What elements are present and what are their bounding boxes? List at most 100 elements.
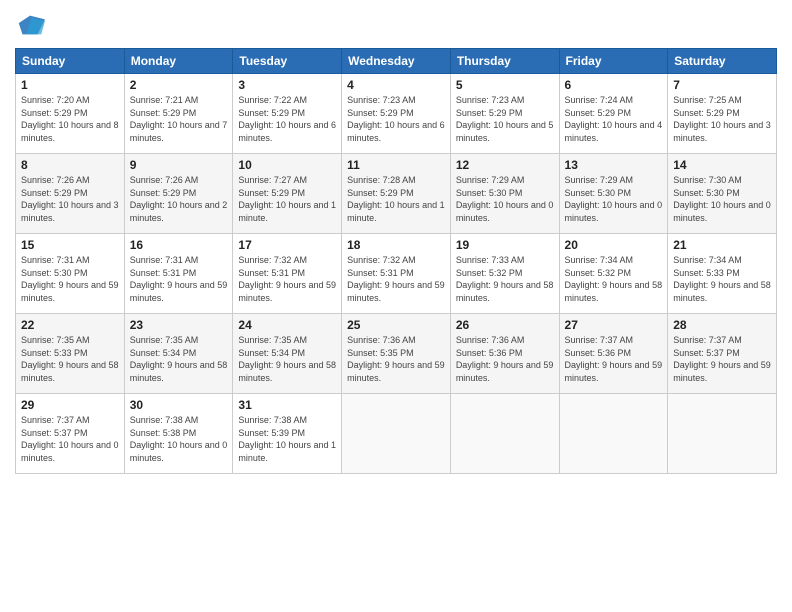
- day-number: 19: [456, 238, 554, 252]
- calendar-week-row: 1 Sunrise: 7:20 AM Sunset: 5:29 PM Dayli…: [16, 74, 777, 154]
- cell-content: Sunrise: 7:22 AM Sunset: 5:29 PM Dayligh…: [238, 94, 336, 144]
- day-header-tuesday: Tuesday: [233, 49, 342, 74]
- day-number: 10: [238, 158, 336, 172]
- calendar-cell: 13 Sunrise: 7:29 AM Sunset: 5:30 PM Dayl…: [559, 154, 668, 234]
- day-number: 29: [21, 398, 119, 412]
- calendar-cell: 25 Sunrise: 7:36 AM Sunset: 5:35 PM Dayl…: [342, 314, 451, 394]
- calendar-cell: [559, 394, 668, 474]
- cell-content: Sunrise: 7:27 AM Sunset: 5:29 PM Dayligh…: [238, 174, 336, 224]
- day-header-saturday: Saturday: [668, 49, 777, 74]
- day-number: 11: [347, 158, 445, 172]
- cell-content: Sunrise: 7:36 AM Sunset: 5:35 PM Dayligh…: [347, 334, 445, 384]
- cell-content: Sunrise: 7:37 AM Sunset: 5:36 PM Dayligh…: [565, 334, 663, 384]
- cell-content: Sunrise: 7:29 AM Sunset: 5:30 PM Dayligh…: [565, 174, 663, 224]
- cell-content: Sunrise: 7:31 AM Sunset: 5:31 PM Dayligh…: [130, 254, 228, 304]
- calendar-cell: 12 Sunrise: 7:29 AM Sunset: 5:30 PM Dayl…: [450, 154, 559, 234]
- day-number: 6: [565, 78, 663, 92]
- day-number: 12: [456, 158, 554, 172]
- calendar-cell: 9 Sunrise: 7:26 AM Sunset: 5:29 PM Dayli…: [124, 154, 233, 234]
- cell-content: Sunrise: 7:25 AM Sunset: 5:29 PM Dayligh…: [673, 94, 771, 144]
- day-number: 21: [673, 238, 771, 252]
- cell-content: Sunrise: 7:36 AM Sunset: 5:36 PM Dayligh…: [456, 334, 554, 384]
- cell-content: Sunrise: 7:34 AM Sunset: 5:33 PM Dayligh…: [673, 254, 771, 304]
- day-number: 7: [673, 78, 771, 92]
- day-number: 23: [130, 318, 228, 332]
- day-number: 2: [130, 78, 228, 92]
- cell-content: Sunrise: 7:26 AM Sunset: 5:29 PM Dayligh…: [21, 174, 119, 224]
- cell-content: Sunrise: 7:29 AM Sunset: 5:30 PM Dayligh…: [456, 174, 554, 224]
- cell-content: Sunrise: 7:21 AM Sunset: 5:29 PM Dayligh…: [130, 94, 228, 144]
- day-number: 4: [347, 78, 445, 92]
- cell-content: Sunrise: 7:35 AM Sunset: 5:34 PM Dayligh…: [130, 334, 228, 384]
- calendar-cell: 19 Sunrise: 7:33 AM Sunset: 5:32 PM Dayl…: [450, 234, 559, 314]
- day-number: 26: [456, 318, 554, 332]
- calendar-cell: 28 Sunrise: 7:37 AM Sunset: 5:37 PM Dayl…: [668, 314, 777, 394]
- calendar-cell: 11 Sunrise: 7:28 AM Sunset: 5:29 PM Dayl…: [342, 154, 451, 234]
- calendar-cell: 14 Sunrise: 7:30 AM Sunset: 5:30 PM Dayl…: [668, 154, 777, 234]
- calendar-cell: 4 Sunrise: 7:23 AM Sunset: 5:29 PM Dayli…: [342, 74, 451, 154]
- cell-content: Sunrise: 7:35 AM Sunset: 5:33 PM Dayligh…: [21, 334, 119, 384]
- day-number: 31: [238, 398, 336, 412]
- logo-icon: [15, 10, 45, 40]
- cell-content: Sunrise: 7:20 AM Sunset: 5:29 PM Dayligh…: [21, 94, 119, 144]
- calendar-cell: 20 Sunrise: 7:34 AM Sunset: 5:32 PM Dayl…: [559, 234, 668, 314]
- day-number: 28: [673, 318, 771, 332]
- cell-content: Sunrise: 7:32 AM Sunset: 5:31 PM Dayligh…: [347, 254, 445, 304]
- calendar-cell: 27 Sunrise: 7:37 AM Sunset: 5:36 PM Dayl…: [559, 314, 668, 394]
- calendar-cell: 1 Sunrise: 7:20 AM Sunset: 5:29 PM Dayli…: [16, 74, 125, 154]
- day-header-thursday: Thursday: [450, 49, 559, 74]
- day-number: 1: [21, 78, 119, 92]
- calendar-cell: 24 Sunrise: 7:35 AM Sunset: 5:34 PM Dayl…: [233, 314, 342, 394]
- calendar-cell: 21 Sunrise: 7:34 AM Sunset: 5:33 PM Dayl…: [668, 234, 777, 314]
- calendar-cell: 5 Sunrise: 7:23 AM Sunset: 5:29 PM Dayli…: [450, 74, 559, 154]
- calendar-cell: 31 Sunrise: 7:38 AM Sunset: 5:39 PM Dayl…: [233, 394, 342, 474]
- cell-content: Sunrise: 7:33 AM Sunset: 5:32 PM Dayligh…: [456, 254, 554, 304]
- calendar-cell: 16 Sunrise: 7:31 AM Sunset: 5:31 PM Dayl…: [124, 234, 233, 314]
- calendar-header-row: SundayMondayTuesdayWednesdayThursdayFrid…: [16, 49, 777, 74]
- calendar-cell: 15 Sunrise: 7:31 AM Sunset: 5:30 PM Dayl…: [16, 234, 125, 314]
- calendar-week-row: 15 Sunrise: 7:31 AM Sunset: 5:30 PM Dayl…: [16, 234, 777, 314]
- calendar-cell: 23 Sunrise: 7:35 AM Sunset: 5:34 PM Dayl…: [124, 314, 233, 394]
- cell-content: Sunrise: 7:37 AM Sunset: 5:37 PM Dayligh…: [673, 334, 771, 384]
- day-header-monday: Monday: [124, 49, 233, 74]
- cell-content: Sunrise: 7:31 AM Sunset: 5:30 PM Dayligh…: [21, 254, 119, 304]
- cell-content: Sunrise: 7:23 AM Sunset: 5:29 PM Dayligh…: [456, 94, 554, 144]
- cell-content: Sunrise: 7:37 AM Sunset: 5:37 PM Dayligh…: [21, 414, 119, 464]
- calendar-cell: 30 Sunrise: 7:38 AM Sunset: 5:38 PM Dayl…: [124, 394, 233, 474]
- day-number: 24: [238, 318, 336, 332]
- day-header-sunday: Sunday: [16, 49, 125, 74]
- cell-content: Sunrise: 7:24 AM Sunset: 5:29 PM Dayligh…: [565, 94, 663, 144]
- day-header-wednesday: Wednesday: [342, 49, 451, 74]
- day-number: 18: [347, 238, 445, 252]
- cell-content: Sunrise: 7:32 AM Sunset: 5:31 PM Dayligh…: [238, 254, 336, 304]
- cell-content: Sunrise: 7:26 AM Sunset: 5:29 PM Dayligh…: [130, 174, 228, 224]
- day-number: 9: [130, 158, 228, 172]
- calendar-week-row: 29 Sunrise: 7:37 AM Sunset: 5:37 PM Dayl…: [16, 394, 777, 474]
- day-header-friday: Friday: [559, 49, 668, 74]
- calendar-cell: 6 Sunrise: 7:24 AM Sunset: 5:29 PM Dayli…: [559, 74, 668, 154]
- calendar-cell: 2 Sunrise: 7:21 AM Sunset: 5:29 PM Dayli…: [124, 74, 233, 154]
- calendar-cell: 22 Sunrise: 7:35 AM Sunset: 5:33 PM Dayl…: [16, 314, 125, 394]
- cell-content: Sunrise: 7:28 AM Sunset: 5:29 PM Dayligh…: [347, 174, 445, 224]
- day-number: 15: [21, 238, 119, 252]
- calendar-cell: 26 Sunrise: 7:36 AM Sunset: 5:36 PM Dayl…: [450, 314, 559, 394]
- day-number: 8: [21, 158, 119, 172]
- calendar-cell: 29 Sunrise: 7:37 AM Sunset: 5:37 PM Dayl…: [16, 394, 125, 474]
- calendar-cell: 10 Sunrise: 7:27 AM Sunset: 5:29 PM Dayl…: [233, 154, 342, 234]
- cell-content: Sunrise: 7:30 AM Sunset: 5:30 PM Dayligh…: [673, 174, 771, 224]
- calendar-cell: 8 Sunrise: 7:26 AM Sunset: 5:29 PM Dayli…: [16, 154, 125, 234]
- cell-content: Sunrise: 7:23 AM Sunset: 5:29 PM Dayligh…: [347, 94, 445, 144]
- day-number: 25: [347, 318, 445, 332]
- calendar-cell: [342, 394, 451, 474]
- calendar-week-row: 22 Sunrise: 7:35 AM Sunset: 5:33 PM Dayl…: [16, 314, 777, 394]
- day-number: 16: [130, 238, 228, 252]
- calendar-cell: 7 Sunrise: 7:25 AM Sunset: 5:29 PM Dayli…: [668, 74, 777, 154]
- calendar-cell: [450, 394, 559, 474]
- day-number: 30: [130, 398, 228, 412]
- cell-content: Sunrise: 7:34 AM Sunset: 5:32 PM Dayligh…: [565, 254, 663, 304]
- page-header: [15, 10, 777, 40]
- day-number: 17: [238, 238, 336, 252]
- day-number: 5: [456, 78, 554, 92]
- cell-content: Sunrise: 7:38 AM Sunset: 5:38 PM Dayligh…: [130, 414, 228, 464]
- day-number: 13: [565, 158, 663, 172]
